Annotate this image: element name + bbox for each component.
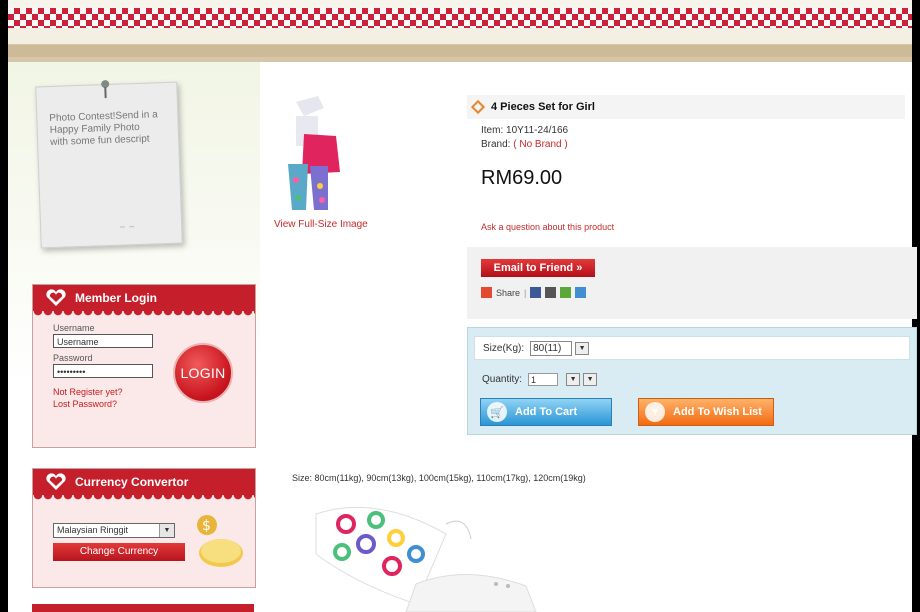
quantity-label: Quantity: bbox=[482, 374, 523, 385]
dropdown-arrow-icon[interactable]: ▼ bbox=[575, 341, 590, 355]
header-checker-pattern bbox=[8, 8, 912, 28]
photo-contest-note[interactable]: Photo Contest!Send in a Happy Family Pho… bbox=[35, 80, 183, 249]
size-row: Size(Kg): 80(11) ▼ bbox=[474, 336, 910, 360]
size-label: Size(Kg): bbox=[483, 342, 525, 354]
add-to-wishlist-button[interactable]: ♥ Add To Wish List bbox=[638, 398, 774, 426]
email-to-friend-button[interactable]: Email to Friend » bbox=[481, 259, 595, 277]
change-currency-button[interactable]: Change Currency bbox=[53, 543, 185, 561]
email-to-friend-label: Email to Friend bbox=[493, 262, 574, 274]
product-thumbnail[interactable] bbox=[278, 94, 348, 214]
register-link[interactable]: Not Register yet? bbox=[53, 387, 123, 397]
brand-label: Brand: bbox=[481, 139, 511, 150]
brand-value[interactable]: ( No Brand ) bbox=[513, 139, 567, 150]
add-to-cart-label: Add To Cart bbox=[515, 406, 578, 418]
currency-title: Currency Convertor bbox=[75, 475, 189, 489]
password-input[interactable]: ••••••••• bbox=[53, 364, 153, 378]
header-band-lower bbox=[8, 45, 912, 57]
quantity-increase-button[interactable]: ▼ bbox=[583, 373, 598, 386]
product-price: RM69.00 bbox=[481, 167, 563, 189]
currency-convertor-widget: Currency Convertor Malaysian Ringgit ▼ C… bbox=[32, 468, 256, 588]
quantity-input[interactable]: 1 bbox=[528, 373, 559, 386]
facebook-icon[interactable] bbox=[530, 287, 542, 298]
email-icon[interactable] bbox=[545, 287, 557, 298]
svg-text:$: $ bbox=[202, 518, 211, 534]
pushpin-icon bbox=[101, 80, 110, 99]
diamond-icon bbox=[470, 99, 486, 115]
header-band bbox=[8, 28, 912, 45]
share-panel: Email to Friend » Share | bbox=[467, 247, 917, 319]
add-to-cart-panel: Size(Kg): 80(11) ▼ Quantity: 1 ▼ ▼ 🛒 Add… bbox=[467, 327, 917, 435]
currency-selected: Malaysian Ringgit bbox=[57, 525, 129, 535]
next-widget-header bbox=[32, 604, 254, 612]
product-item-code: Item: 10Y11-24/166 bbox=[481, 125, 569, 136]
size-selected: 80(11) bbox=[533, 342, 562, 354]
note-text: Photo Contest!Send in a Happy Family Pho… bbox=[49, 109, 158, 149]
quantity-row: Quantity: 1 ▼ ▼ bbox=[482, 373, 598, 386]
heart-icon bbox=[46, 289, 66, 306]
add-to-wishlist-label: Add To Wish List bbox=[673, 406, 762, 418]
username-input[interactable]: Username bbox=[53, 334, 153, 348]
dropdown-arrow-icon: ▼ bbox=[159, 524, 174, 537]
username-label: Username bbox=[53, 323, 95, 333]
add-to-cart-button[interactable]: 🛒 Add To Cart bbox=[480, 398, 612, 426]
cart-icon: 🛒 bbox=[487, 402, 507, 422]
password-label: Password bbox=[53, 353, 93, 363]
member-login-title: Member Login bbox=[75, 291, 158, 305]
size-select[interactable]: 80(11) bbox=[530, 340, 573, 356]
lost-password-link[interactable]: Lost Password? bbox=[53, 399, 117, 409]
product-detail-image bbox=[315, 506, 537, 612]
product-title: 4 Pieces Set for Girl bbox=[491, 101, 595, 113]
product-brand: Brand: ( No Brand ) bbox=[481, 139, 568, 150]
member-login-header: Member Login bbox=[33, 285, 255, 311]
bookmark-icon[interactable] bbox=[560, 287, 572, 298]
window-frame-left bbox=[0, 0, 8, 612]
more-share-icon[interactable] bbox=[575, 287, 587, 298]
note-signature: ~ ~ bbox=[119, 222, 136, 232]
login-button[interactable]: LOGIN bbox=[173, 343, 233, 403]
quantity-decrease-button[interactable]: ▼ bbox=[566, 373, 581, 386]
ask-question-link[interactable]: Ask a question about this product bbox=[481, 222, 614, 232]
heart-icon bbox=[46, 473, 66, 490]
member-login-widget: Member Login Username Username Password … bbox=[32, 284, 256, 448]
share-row: Share | bbox=[481, 287, 587, 298]
heart-icon: ♥ bbox=[645, 402, 665, 422]
piggy-bank-icon: $ bbox=[197, 515, 243, 567]
view-full-size-link[interactable]: View Full-Size Image bbox=[274, 219, 368, 230]
size-info: Size: 80cm(11kg), 90cm(13kg), 100cm(15kg… bbox=[292, 473, 586, 483]
share-label[interactable]: Share bbox=[496, 288, 520, 298]
currency-header: Currency Convertor bbox=[33, 469, 255, 495]
currency-select[interactable]: Malaysian Ringgit ▼ bbox=[53, 523, 175, 538]
share-icon[interactable] bbox=[481, 287, 492, 298]
product-title-bar: 4 Pieces Set for Girl bbox=[467, 95, 905, 119]
